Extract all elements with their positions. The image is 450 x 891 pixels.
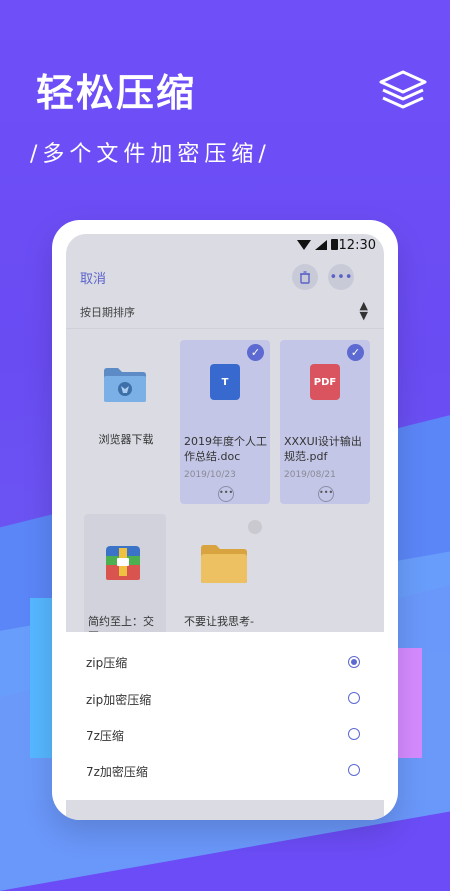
option-7z[interactable]: 7z压缩 bbox=[86, 727, 124, 744]
radio-7z[interactable] bbox=[348, 728, 360, 740]
promo-subtitle: /多个文件加密压缩/ bbox=[30, 142, 271, 167]
checkmark-icon[interactable]: ✓ bbox=[247, 344, 264, 361]
sort-toggle-icon[interactable]: ▲ ▼ bbox=[360, 300, 368, 321]
delete-button[interactable] bbox=[292, 264, 318, 290]
option-7z-encrypted[interactable]: 7z加密压缩 bbox=[86, 763, 148, 780]
cancel-button[interactable]: 取消 bbox=[80, 268, 106, 287]
sort-label: 按日期排序 bbox=[80, 306, 135, 319]
file-tile[interactable]: 浏览器下载 bbox=[80, 340, 170, 504]
sort-bar[interactable]: 按日期排序 ▲ ▼ bbox=[66, 296, 384, 329]
status-time: 12:30 bbox=[338, 238, 376, 253]
layers-icon bbox=[379, 70, 427, 109]
file-tile[interactable]: ✓ PDF XXXUI设计输出规范.pdf 2019/08/21 ••• bbox=[280, 340, 370, 504]
file-name: 浏览器下载 bbox=[98, 433, 154, 446]
select-circle[interactable] bbox=[248, 520, 262, 534]
folder-icon bbox=[201, 545, 247, 583]
radio-zip[interactable] bbox=[348, 656, 360, 668]
more-button[interactable]: ••• bbox=[328, 264, 354, 290]
status-bar: 12:30 bbox=[66, 234, 384, 258]
more-icon: ••• bbox=[329, 269, 353, 285]
file-name: 2019年度个人工作总结.doc bbox=[184, 435, 267, 463]
file-more-icon[interactable]: ••• bbox=[318, 486, 334, 502]
radio-zip-encrypted[interactable] bbox=[348, 692, 360, 704]
file-date: 2019/10/23 bbox=[184, 470, 236, 480]
file-date: 2019/08/21 bbox=[284, 470, 336, 480]
toolbar: 取消 ••• bbox=[66, 258, 384, 292]
option-zip-encrypted[interactable]: zip加密压缩 bbox=[86, 691, 151, 708]
promo-title: 轻松压缩 bbox=[36, 71, 197, 115]
file-name: 不要让我思考- bbox=[184, 615, 254, 628]
wifi-icon bbox=[297, 239, 311, 250]
pdf-icon: PDF bbox=[310, 364, 340, 400]
word-doc-icon: T bbox=[210, 364, 240, 400]
checkmark-icon[interactable]: ✓ bbox=[347, 344, 364, 361]
folder-browser-icon bbox=[104, 368, 146, 402]
file-tile[interactable]: ✓ T 2019年度个人工作总结.doc 2019/10/23 ••• bbox=[180, 340, 270, 504]
file-name: XXXUI设计输出规范.pdf bbox=[284, 435, 362, 463]
battery-icon bbox=[331, 239, 338, 250]
trash-icon bbox=[300, 270, 310, 284]
file-more-icon[interactable]: ••• bbox=[218, 486, 234, 502]
radio-7z-encrypted[interactable] bbox=[348, 764, 360, 776]
compress-options-sheet: zip压缩 zip加密压缩 7z压缩 7z加密压缩 bbox=[66, 632, 384, 800]
app-package-icon bbox=[106, 546, 140, 580]
signal-icon bbox=[315, 239, 327, 250]
option-zip[interactable]: zip压缩 bbox=[86, 654, 127, 671]
